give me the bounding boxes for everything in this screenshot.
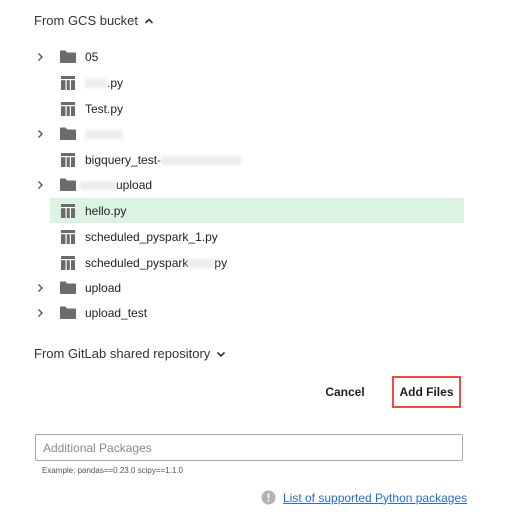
- tree-row-label: .py: [107, 75, 124, 90]
- tree-row-folder[interactable]: [38, 121, 464, 146]
- chevron-up-icon: [144, 16, 154, 26]
- add-files-panel: From GCS bucket 05 .py Test.py bigquery_…: [0, 0, 519, 529]
- chevron-right-icon[interactable]: [35, 52, 45, 62]
- tree-row-label: upload_test: [85, 305, 148, 320]
- gcs-bucket-header[interactable]: From GCS bucket: [34, 13, 154, 28]
- gitlab-repository-title: From GitLab shared repository: [34, 346, 211, 361]
- tree-row-file-selected[interactable]: hello.py: [50, 198, 464, 223]
- gcs-bucket-title: From GCS bucket: [34, 13, 139, 28]
- tree-row-file[interactable]: scheduled_pyspark py: [50, 250, 464, 275]
- table-file-icon: [59, 203, 77, 219]
- redacted-text: [85, 129, 123, 139]
- redacted-text: [80, 180, 116, 190]
- table-file-icon: [59, 152, 77, 168]
- tree-row-label: Test.py: [85, 101, 124, 116]
- supported-packages-row: List of supported Python packages: [261, 490, 467, 505]
- tree-row-label-suffix: py: [214, 255, 228, 270]
- redacted-text: [85, 78, 107, 88]
- tree-row-label: bigquery_test-: [85, 152, 162, 167]
- tree-row-file[interactable]: scheduled_pyspark_1.py: [50, 224, 464, 249]
- supported-python-packages-link[interactable]: List of supported Python packages: [283, 491, 467, 505]
- table-file-icon: [59, 75, 77, 91]
- table-file-icon: [59, 229, 77, 245]
- folder-icon: [59, 305, 77, 321]
- tree-row-folder-upload-test[interactable]: upload_test: [38, 300, 464, 325]
- gitlab-repository-header[interactable]: From GitLab shared repository: [34, 346, 226, 361]
- chevron-right-icon[interactable]: [35, 180, 45, 190]
- add-files-button[interactable]: Add Files: [392, 376, 461, 408]
- tree-row-file[interactable]: .py: [50, 70, 464, 95]
- tree-row-label: scheduled_pyspark: [85, 255, 189, 270]
- tree-row-folder-05[interactable]: 05: [38, 44, 464, 69]
- tree-row-folder[interactable]: upload: [38, 172, 464, 197]
- chevron-right-icon[interactable]: [35, 129, 45, 139]
- cancel-button[interactable]: Cancel: [318, 380, 372, 404]
- chevron-right-icon[interactable]: [35, 283, 45, 293]
- redacted-text: [188, 258, 215, 268]
- redacted-text: [161, 155, 242, 165]
- folder-icon: [59, 280, 77, 296]
- folder-icon: [59, 126, 77, 142]
- info-icon: [261, 490, 276, 505]
- tree-row-label: scheduled_pyspark_1.py: [85, 229, 218, 244]
- tree-row-label: hello.py: [85, 203, 127, 218]
- tree-row-label: 05: [85, 49, 99, 64]
- tree-row-folder-upload[interactable]: upload: [38, 275, 464, 300]
- chevron-right-icon[interactable]: [35, 308, 45, 318]
- folder-icon: [59, 177, 77, 193]
- table-file-icon: [59, 255, 77, 271]
- additional-packages-input[interactable]: [35, 434, 463, 461]
- table-file-icon: [59, 101, 77, 117]
- folder-icon: [59, 49, 77, 65]
- tree-row-label: upload: [116, 177, 153, 192]
- packages-example-hint: Example: pandas==0.23.0 scipy==1.1.0: [42, 466, 183, 475]
- chevron-down-icon: [216, 349, 226, 359]
- tree-row-file[interactable]: bigquery_test-: [50, 147, 464, 172]
- tree-row-file[interactable]: Test.py: [50, 96, 464, 121]
- tree-row-label: upload: [85, 280, 122, 295]
